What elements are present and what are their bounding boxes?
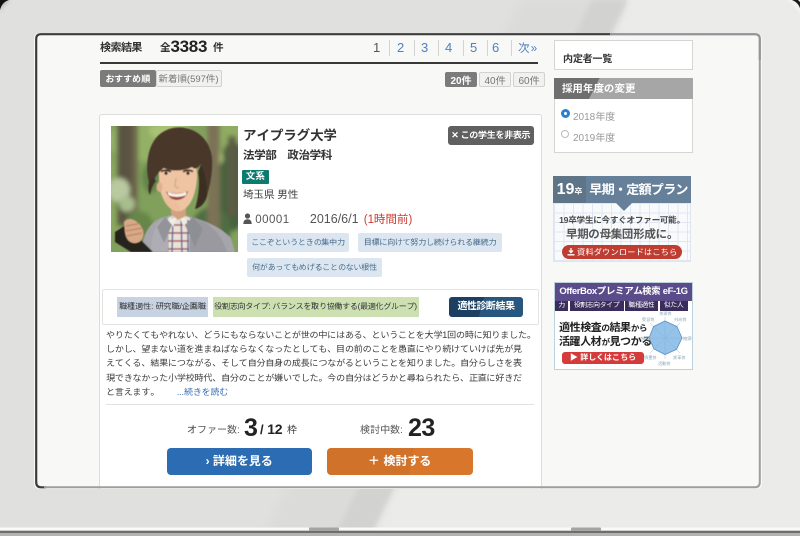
- svg-text:持続性: 持続性: [640, 336, 652, 342]
- svg-text:協調性: 協調性: [682, 336, 692, 342]
- svg-text:主導性: 主導性: [659, 311, 672, 317]
- svg-text:受容性: 受容性: [642, 317, 655, 323]
- svg-text:外向性: 外向性: [674, 317, 687, 323]
- svg-text:慎重性: 慎重性: [643, 355, 657, 361]
- svg-text:活動性: 活動性: [658, 361, 671, 367]
- svg-text:変革性: 変革性: [673, 355, 686, 361]
